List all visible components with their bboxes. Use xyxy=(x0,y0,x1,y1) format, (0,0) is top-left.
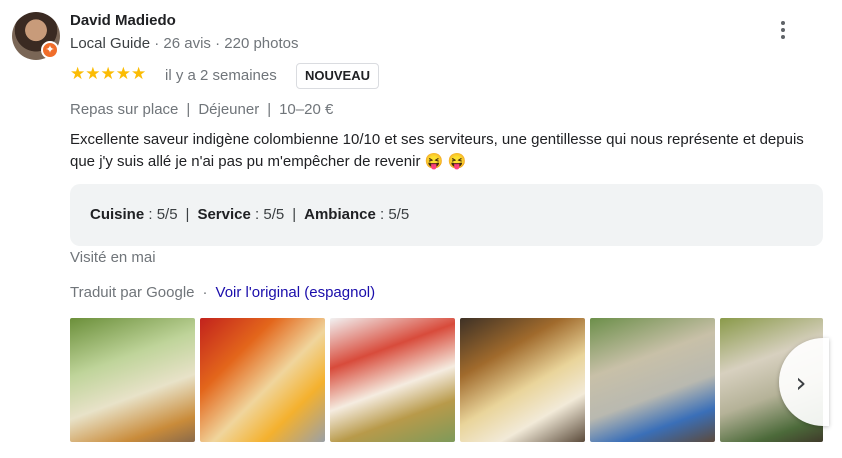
rating-food-value: : 5/5 xyxy=(148,206,178,223)
sub-ratings: Cuisine : 5/5 | Service : 5/5 | Ambiance : 5… xyxy=(70,184,823,246)
visited-date: Visité en mai xyxy=(70,249,156,266)
review-photo[interactable] xyxy=(590,318,715,442)
rating-atmosphere-value: : 5/5 xyxy=(379,206,410,223)
local-guide-badge-icon: ✦ xyxy=(41,41,59,59)
review-photo[interactable] xyxy=(330,318,455,442)
translation-note: Traduit par Google · Voir l'original (espa… xyxy=(70,284,376,301)
author-name[interactable]: David Madiedo xyxy=(70,12,176,29)
more-vert-icon-dot xyxy=(781,35,785,39)
rating-service-value: : 5/5 xyxy=(255,206,285,223)
review-photo[interactable] xyxy=(70,318,195,442)
new-badge: NOUVEAU xyxy=(296,63,380,89)
more-vert-icon-dot xyxy=(781,28,785,32)
tag-service-type: Repas sur place xyxy=(70,101,179,118)
author-stats: · 26 avis · 220 photos xyxy=(154,35,299,52)
review-text: Excellente saveur indigène colombienne 1… xyxy=(70,131,804,170)
review-date: il y a 2 semaines xyxy=(165,67,277,84)
review-tags: Repas sur place | Déjeuner | 10–20 € xyxy=(70,101,334,118)
tag-meal-type: Déjeuner xyxy=(198,101,260,118)
tag-price: 10–20 € xyxy=(279,101,334,118)
more-vert-icon xyxy=(781,21,785,25)
review-photo[interactable] xyxy=(460,318,585,442)
rating-service-label: Service xyxy=(197,206,251,223)
see-original-link[interactable]: Voir l'original (espagnol) xyxy=(216,284,376,301)
author-meta: Local Guide · 26 avis · 220 photos xyxy=(70,35,299,52)
rating-atmosphere-label: Ambiance xyxy=(304,206,376,223)
translated-by-label: Traduit par Google xyxy=(70,284,195,301)
rating-food-label: Cuisine xyxy=(90,206,145,223)
chevron-right-icon: › xyxy=(795,365,807,399)
review-photo[interactable] xyxy=(200,318,325,442)
star-rating: ★★★★★ xyxy=(70,64,147,83)
local-guide-label: Local Guide xyxy=(70,35,151,52)
more-options-button[interactable] xyxy=(770,16,796,44)
